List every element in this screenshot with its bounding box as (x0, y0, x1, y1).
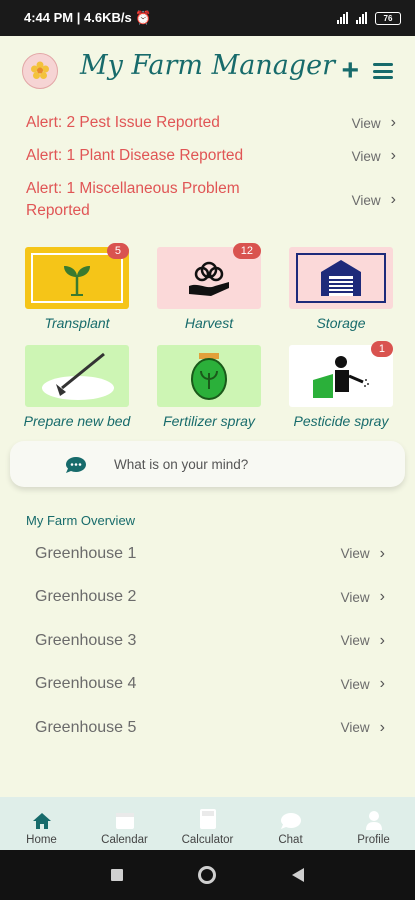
greenhouse-view-link[interactable]: View › (341, 545, 385, 563)
greenhouse-view-link[interactable]: View › (341, 719, 385, 737)
nav-calendar[interactable]: Calendar (83, 797, 166, 850)
chevron-right-icon: › (379, 718, 385, 736)
greenhouse-row[interactable]: Greenhouse 2 View › (35, 576, 385, 620)
greenhouse-row[interactable]: Greenhouse 3 View › (35, 619, 385, 663)
seedling-icon (64, 266, 90, 296)
greenhouse-name: Greenhouse 1 (35, 544, 137, 562)
bottom-nav: Home Calendar Calculator Chat Profile (0, 797, 415, 850)
notification-badge: 12 (232, 243, 261, 259)
hamburger-menu-icon[interactable] (373, 63, 393, 79)
battery-icon: 76 (375, 11, 401, 25)
tile-storage[interactable]: Storage (287, 247, 395, 331)
tile-prepare-new-bed[interactable]: Prepare new bed (23, 345, 131, 429)
greenhouse-name: Greenhouse 5 (35, 718, 137, 736)
back-button-icon[interactable] (291, 867, 305, 883)
chevron-right-icon: › (379, 544, 385, 562)
nav-home[interactable]: Home (0, 797, 83, 850)
chevron-right-icon: › (379, 675, 385, 693)
greenhouse-view-link[interactable]: View › (341, 632, 385, 650)
nav-label: Profile (357, 834, 390, 846)
tile-label: Fertilizer spray (163, 413, 255, 429)
tile-label: Prepare new bed (23, 413, 131, 429)
nav-profile[interactable]: Profile (332, 797, 415, 850)
calendar-icon (115, 813, 134, 829)
alert-text: Alert: 1 Plant Disease Reported (26, 147, 244, 164)
action-tiles-grid: Transplant 5 Harvest 12 Storage Prepare … (23, 243, 395, 429)
nav-calculator[interactable]: Calculator (166, 797, 249, 850)
nav-label: Home (26, 834, 57, 846)
alert-text: Alert: 2 Pest Issue Reported (26, 114, 220, 131)
tile-harvest[interactable]: Harvest 12 (155, 243, 263, 331)
chevron-right-icon: › (379, 631, 385, 649)
greenhouse-name: Greenhouse 4 (35, 675, 137, 693)
app-header: My Farm Manager + (0, 36, 415, 106)
overview-title: My Farm Overview (26, 513, 136, 528)
alert-view-link[interactable]: View › (352, 191, 396, 209)
hoe-icon (42, 352, 114, 400)
alerts-list: Alert: 2 Pest Issue Reported View › Alert… (26, 112, 396, 233)
chat-prompt-input[interactable]: What is on your mind? (10, 441, 405, 487)
profile-icon (365, 811, 382, 830)
tile-label: Transplant (44, 315, 110, 331)
alert-row[interactable]: Alert: 1 Miscellaneous Problem Reported … (26, 178, 396, 222)
tile-image (289, 247, 393, 309)
chevron-right-icon: › (390, 147, 396, 164)
nav-label: Chat (278, 834, 303, 846)
notification-badge: 5 (106, 243, 129, 259)
plus-icon[interactable]: + (341, 56, 359, 86)
alert-view-link[interactable]: View › (352, 114, 396, 132)
recents-button-icon[interactable] (110, 869, 123, 881)
alert-row[interactable]: Alert: 2 Pest Issue Reported View › (26, 112, 396, 134)
greenhouse-row[interactable]: Greenhouse 1 View › (35, 532, 385, 576)
signal-icon (337, 12, 348, 24)
status-bar: 4:44 PM | 4.6KB/s ⏰ 76 (0, 0, 415, 36)
alert-row[interactable]: Alert: 1 Plant Disease Reported View › (26, 145, 396, 167)
greenhouse-name: Greenhouse 2 (35, 588, 137, 606)
nav-label: Calendar (101, 834, 148, 846)
tile-image (157, 345, 261, 407)
tile-label: Pesticide spray (293, 413, 389, 429)
chevron-right-icon: › (390, 114, 396, 131)
greenhouse-row[interactable]: Greenhouse 4 View › (35, 663, 385, 707)
tile-label: Harvest (184, 315, 234, 331)
tile-fertilizer-spray[interactable]: Fertilizer spray (155, 345, 263, 429)
nav-label: Calculator (181, 834, 234, 846)
tile-image (25, 345, 129, 407)
chat-bubble-icon (66, 457, 86, 473)
chat-placeholder: What is on your mind? (114, 456, 249, 472)
home-button-icon[interactable] (197, 866, 216, 884)
chevron-right-icon: › (379, 588, 385, 606)
fertilizer-bag-icon (191, 353, 227, 400)
tile-label: Storage (316, 315, 366, 331)
chevron-right-icon: › (390, 191, 396, 208)
home-icon (32, 813, 51, 829)
greenhouse-view-link[interactable]: View › (341, 588, 385, 606)
nav-chat[interactable]: Chat (249, 797, 332, 850)
flower-icon (31, 61, 49, 79)
signal-icon (356, 12, 367, 24)
app-logo[interactable] (22, 53, 58, 89)
warehouse-icon (321, 260, 361, 296)
tile-pesticide-spray[interactable]: Pesticide spray 1 (287, 341, 395, 429)
alert-view-link[interactable]: View › (352, 147, 396, 165)
greenhouse-row[interactable]: Greenhouse 5 View › (35, 706, 385, 750)
alert-text: Alert: 1 Miscellaneous Problem Reported (26, 180, 240, 219)
system-nav-bar (0, 850, 415, 900)
status-time: 4:44 PM | 4.6KB/s ⏰ (24, 10, 152, 25)
greenhouse-name: Greenhouse 3 (35, 631, 137, 649)
greenhouse-view-link[interactable]: View › (341, 675, 385, 693)
hand-plant-icon (189, 261, 229, 296)
chat-icon (280, 813, 301, 829)
sprayer-icon (313, 356, 369, 398)
calculator-icon (199, 809, 216, 829)
tile-transplant[interactable]: Transplant 5 (23, 243, 131, 331)
notification-badge: 1 (370, 341, 393, 357)
greenhouse-list: Greenhouse 1 View › Greenhouse 2 View › Gr… (35, 532, 385, 750)
